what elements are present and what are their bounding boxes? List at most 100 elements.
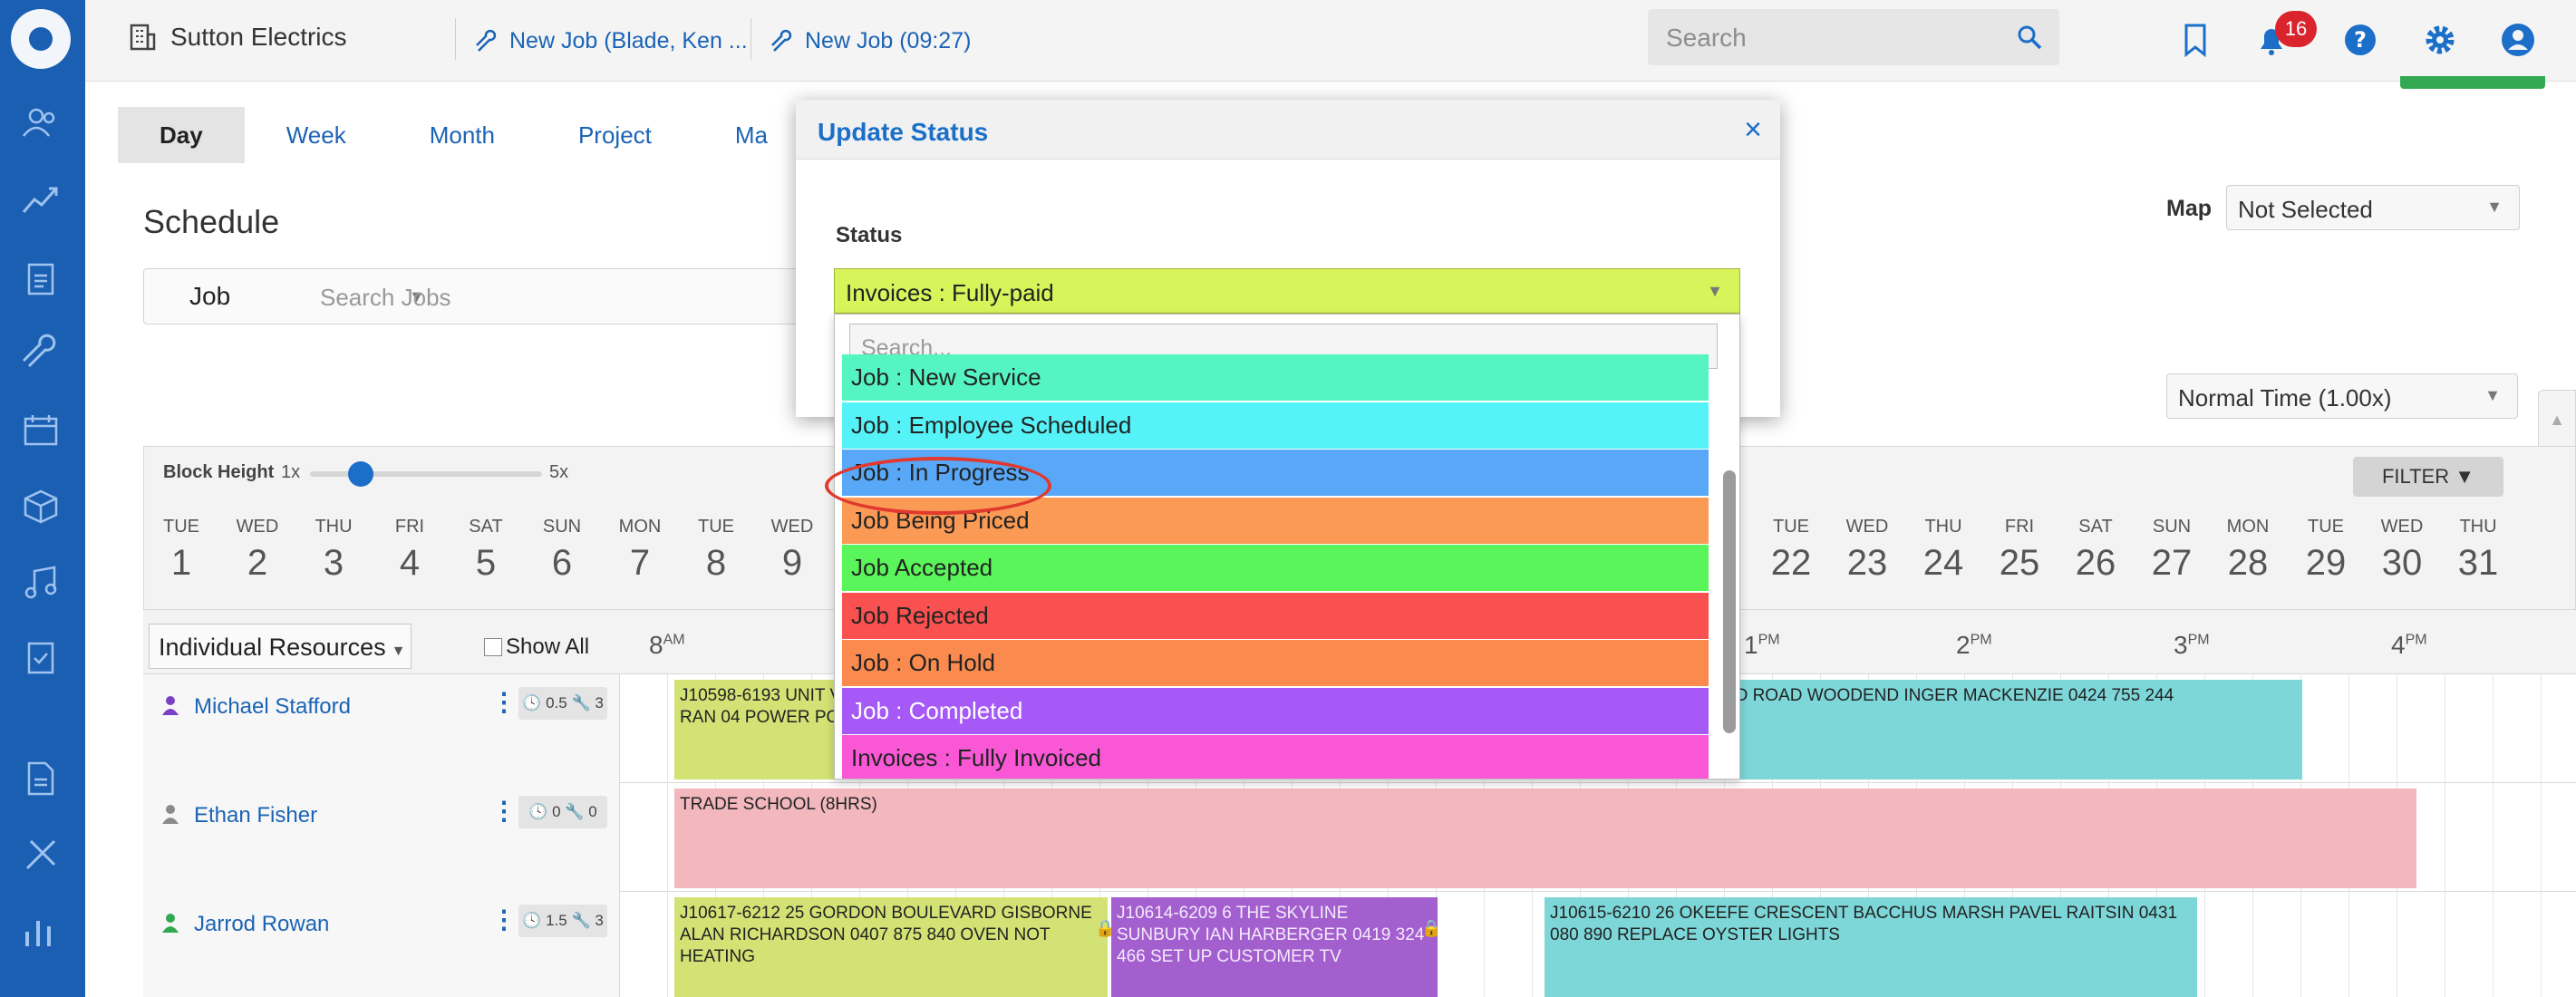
user-account-icon[interactable]	[2498, 20, 2538, 60]
day-column-header[interactable]: TUE 1	[143, 517, 219, 584]
day-column-header[interactable]: WED 9	[754, 517, 830, 584]
reports-chart-icon[interactable]	[18, 908, 63, 953]
more-options-icon[interactable]: ⋮	[491, 687, 517, 717]
job-search-bar[interactable]: Job ▼ Search Jobs	[143, 268, 832, 324]
day-column-header[interactable]: TUE 29	[2288, 517, 2364, 584]
tab-month[interactable]: Month	[388, 107, 537, 163]
resource-name[interactable]: Michael Stafford	[194, 694, 351, 720]
clipboard-icon[interactable]	[18, 256, 63, 301]
filter-button[interactable]: FILTER ▼	[2353, 457, 2503, 497]
day-name: THU	[315, 517, 353, 537]
day-column-header[interactable]: MON 28	[2210, 517, 2286, 584]
show-all-checkbox[interactable]: Show All	[484, 634, 589, 660]
search-type-select[interactable]: Job	[189, 282, 230, 311]
chevron-down-icon: ▼	[2484, 386, 2501, 404]
job-block[interactable]: J10614-6209 6 THE SKYLINE SUNBURY IAN HA…	[1111, 897, 1438, 997]
day-name: THU	[1924, 517, 1962, 537]
tab-project[interactable]: Project	[537, 107, 693, 163]
music-note-icon[interactable]	[18, 560, 63, 605]
day-column-header[interactable]: WED 23	[1829, 517, 1905, 584]
notification-badge: 16	[2275, 11, 2317, 47]
resources-select[interactable]: Individual Resources ▼	[149, 624, 412, 669]
document-icon[interactable]	[18, 756, 63, 801]
status-option[interactable]: Job : Employee Scheduled	[842, 402, 1709, 449]
more-options-icon[interactable]: ⋮	[491, 905, 517, 934]
day-column-header[interactable]: WED 30	[2364, 517, 2440, 584]
close-icon[interactable]: ×	[1744, 112, 1762, 148]
chevron-down-icon: ▼	[391, 644, 406, 659]
package-icon[interactable]	[18, 484, 63, 529]
search-icon[interactable]	[2016, 24, 2043, 51]
recent-job-tab-1[interactable]: New Job (Blade, Ken ...	[473, 27, 748, 54]
day-column-header[interactable]: SAT 5	[448, 517, 524, 584]
time-rate-select[interactable]: Normal Time (1.00x) ▼	[2166, 373, 2518, 419]
day-column-header[interactable]: SAT 26	[2058, 517, 2134, 584]
tools-icon[interactable]	[18, 832, 63, 877]
day-name: MON	[618, 517, 662, 537]
status-option[interactable]: Job : Completed	[842, 687, 1709, 734]
map-select-value: Not Selected	[2238, 196, 2373, 223]
day-name: SUN	[2152, 517, 2192, 537]
status-option[interactable]: Job Rejected	[842, 592, 1709, 639]
checkbox[interactable]	[484, 638, 502, 656]
job-block[interactable]: LD ROAD WOODEND INGER MACKENZIE 0424 755…	[1720, 680, 2302, 779]
wrench-icon[interactable]	[18, 332, 63, 377]
day-name: FRI	[394, 517, 425, 537]
tab-day[interactable]: Day	[118, 107, 245, 163]
gear-icon[interactable]	[2420, 20, 2460, 60]
svg-text:?: ?	[2354, 27, 2367, 53]
app-logo[interactable]	[11, 9, 71, 69]
job-block[interactable]: J10617-6212 25 GORDON BOULEVARD GISBORNE…	[674, 897, 1108, 997]
dropdown-scrollbar[interactable]	[1723, 470, 1736, 733]
day-column-header[interactable]: FRI 25	[1981, 517, 2058, 584]
bookmark-icon[interactable]	[2175, 20, 2215, 60]
sales-trend-icon[interactable]	[18, 178, 63, 223]
day-column-header[interactable]: MON 7	[602, 517, 678, 584]
resource-name[interactable]: Ethan Fisher	[194, 803, 317, 828]
job-block[interactable]: TRADE SCHOOL (8HRS)	[674, 789, 2416, 888]
day-number: 30	[2381, 543, 2423, 583]
show-all-label: Show All	[506, 634, 590, 659]
status-option[interactable]: Invoices : Fully Invoiced	[842, 735, 1709, 779]
job-block[interactable]: J10615-6210 26 OKEEFE CRESCENT BACCHUS M…	[1545, 897, 2197, 997]
day-number: 6	[551, 543, 573, 583]
status-select[interactable]: Invoices : Fully-paid ▼	[834, 268, 1740, 314]
day-column-header[interactable]: THU 24	[1905, 517, 1981, 584]
status-option[interactable]: Job : New Service	[842, 354, 1709, 401]
day-column-header[interactable]: TUE 8	[678, 517, 754, 584]
resource-stats: 🕓 1.5 🔧 3	[518, 905, 607, 937]
contacts-icon[interactable]	[18, 100, 63, 145]
tab-week[interactable]: Week	[245, 107, 388, 163]
help-icon[interactable]: ?	[2340, 20, 2380, 60]
day-name: WED	[236, 517, 279, 537]
calendar-icon[interactable]	[18, 408, 63, 453]
wrench-icon	[771, 29, 792, 52]
day-column-header[interactable]: SUN 6	[524, 517, 600, 584]
building-icon	[130, 24, 156, 51]
day-name: SAT	[469, 517, 503, 537]
block-height-slider[interactable]	[310, 471, 542, 477]
job-search-input[interactable]: Search Jobs	[320, 284, 451, 312]
status-option[interactable]: Job Accepted	[842, 545, 1709, 591]
modal-title: Update Status	[818, 118, 989, 146]
day-column-header[interactable]: THU 3	[295, 517, 372, 584]
day-column-header[interactable]: WED 2	[219, 517, 295, 584]
map-select[interactable]: Not Selected ▼	[2226, 185, 2520, 230]
chevron-down-icon: ▼	[1707, 282, 1723, 300]
day-column-header[interactable]: TUE 22	[1753, 517, 1829, 584]
day-column-header[interactable]: THU 31	[2440, 517, 2516, 584]
day-column-header[interactable]: SUN 27	[2134, 517, 2210, 584]
resource-name[interactable]: Jarrod Rowan	[194, 912, 329, 937]
more-options-icon[interactable]: ⋮	[491, 796, 517, 826]
status-option[interactable]: Job : On Hold	[842, 640, 1709, 686]
chevron-up-icon[interactable]: ▲	[2539, 411, 2575, 430]
global-search-input[interactable]: Search	[1648, 9, 2059, 65]
tab-map[interactable]: Ma	[693, 107, 809, 163]
recent-job-tab-2[interactable]: New Job (09:27)	[769, 27, 971, 54]
day-column-header[interactable]: FRI 4	[372, 517, 448, 584]
hour-label: 3PM	[2174, 631, 2210, 659]
checklist-icon[interactable]	[18, 634, 63, 680]
block-height-label: Block Height	[163, 462, 275, 482]
company-switcher[interactable]: Sutton Electrics	[127, 22, 347, 53]
primary-action-button[interactable]	[2400, 76, 2545, 89]
